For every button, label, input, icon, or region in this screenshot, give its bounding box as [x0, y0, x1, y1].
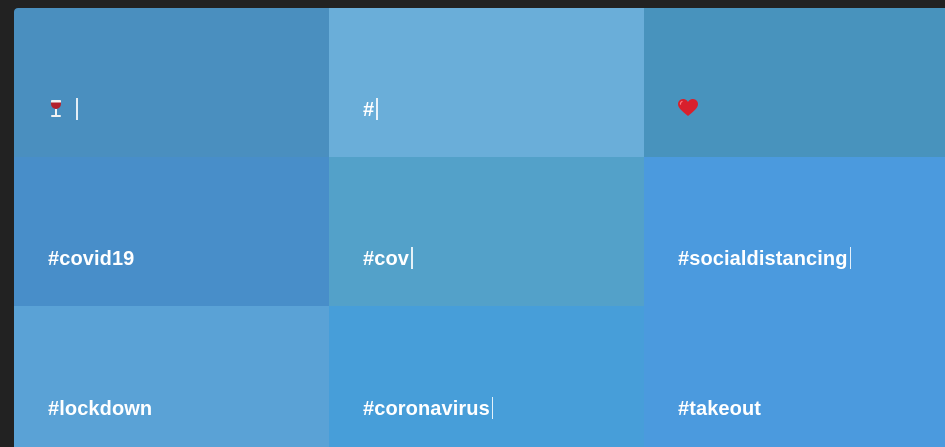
- tile-heart-emoji[interactable]: [644, 8, 945, 157]
- tile-coronavirus[interactable]: #coronavirus: [329, 306, 644, 447]
- hashtag-grid-panel: # #covid19 #cov #socialdistancing #lockd…: [14, 8, 945, 447]
- text-cursor: [849, 247, 852, 269]
- text-cursor: [376, 98, 378, 120]
- text-cursor: [491, 397, 494, 419]
- tile-label: #lockdown: [48, 398, 153, 420]
- tile-lockdown[interactable]: #lockdown: [14, 306, 329, 447]
- tile-label: #: [363, 99, 375, 121]
- tile-wine-emoji[interactable]: [14, 8, 329, 157]
- tile-cov[interactable]: #cov: [329, 157, 644, 306]
- tile-takeout[interactable]: #takeout: [644, 306, 945, 447]
- text-cursor: [411, 247, 413, 269]
- tile-label: #socialdistancing: [678, 248, 848, 270]
- tile-label: #takeout: [678, 398, 762, 420]
- hashtag-grid: # #covid19 #cov #socialdistancing #lockd…: [14, 8, 945, 447]
- tile-hash[interactable]: #: [329, 8, 644, 157]
- tile-label: #cov: [363, 248, 409, 270]
- red-heart-icon: [678, 99, 698, 116]
- wine-glass-icon: [48, 99, 64, 119]
- tile-label: #covid19: [48, 248, 135, 270]
- tile-covid19[interactable]: #covid19: [14, 157, 329, 306]
- tile-socialdistancing[interactable]: #socialdistancing: [644, 157, 945, 306]
- tile-label: #coronavirus: [363, 398, 490, 420]
- text-cursor: [76, 98, 78, 120]
